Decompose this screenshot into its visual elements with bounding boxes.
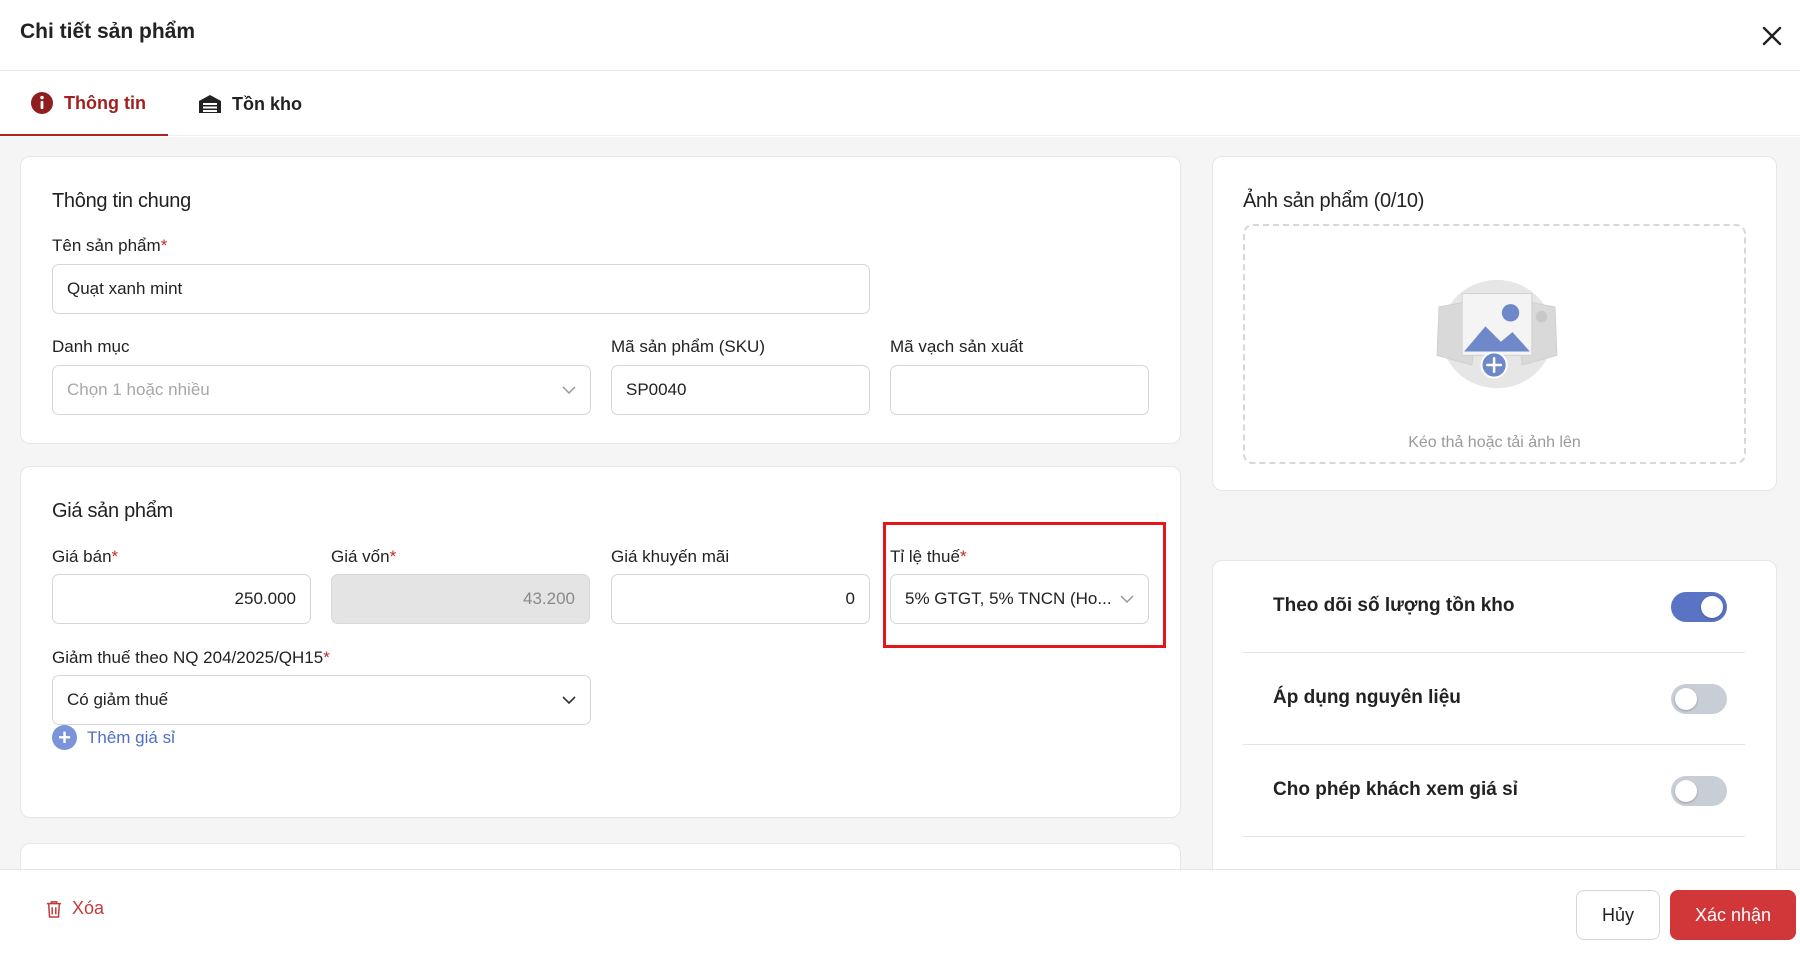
tax-reduction-select[interactable]: Có giảm thuế bbox=[52, 675, 591, 725]
chevron-down-icon bbox=[562, 386, 576, 395]
general-info-card: Thông tin chung Tên sản phẩm* Quạt xanh … bbox=[20, 156, 1181, 444]
chevron-down-icon bbox=[562, 696, 576, 705]
cost-price-label: Giá vốn* bbox=[331, 547, 397, 566]
dropzone-hint: Kéo thả hoặc tải ảnh lên bbox=[1408, 434, 1581, 451]
product-images-title: Ảnh sản phẩm (0/10) bbox=[1243, 190, 1425, 212]
tab-info[interactable]: Thông tin bbox=[0, 72, 168, 136]
general-info-title: Thông tin chung bbox=[52, 190, 191, 212]
show-wholesale-toggle[interactable] bbox=[1671, 776, 1727, 806]
product-name-label: Tên sản phẩm* bbox=[52, 236, 168, 255]
confirm-button[interactable]: Xác nhận bbox=[1670, 890, 1796, 940]
sale-price-label: Giá bán* bbox=[52, 547, 119, 566]
toggle-row-apply-materials: Áp dụng nguyên liệu bbox=[1243, 653, 1745, 745]
next-card bbox=[20, 843, 1181, 869]
trash-icon bbox=[46, 900, 62, 918]
toggle-row-show-wholesale: Cho phép khách xem giá sỉ bbox=[1243, 745, 1745, 837]
barcode-label: Mã vạch sản xuất bbox=[890, 337, 1024, 356]
toggle-label: Áp dụng nguyên liệu bbox=[1273, 687, 1461, 708]
tab-inventory[interactable]: Tồn kho bbox=[198, 72, 302, 136]
toggle-label: Cho phép khách xem giá sỉ bbox=[1273, 779, 1518, 800]
dialog-footer: Xóa Hủy Xác nhận bbox=[0, 869, 1800, 953]
product-images-card: Ảnh sản phẩm (0/10) Kéo thả hoặc tải ảnh… bbox=[1212, 156, 1777, 491]
tax-rate-highlight-box bbox=[883, 522, 1166, 648]
add-wholesale-price-button[interactable]: + Thêm giá sỉ bbox=[52, 725, 175, 750]
category-label: Danh mục bbox=[52, 337, 130, 356]
warehouse-icon bbox=[199, 95, 221, 113]
dialog-header: Chi tiết sản phẩm bbox=[0, 0, 1800, 71]
tab-inventory-label: Tồn kho bbox=[232, 93, 302, 114]
info-icon bbox=[31, 92, 53, 114]
sku-label: Mã sản phẩm (SKU) bbox=[611, 337, 765, 356]
cost-price-input: 43.200 bbox=[331, 574, 590, 624]
tab-info-label: Thông tin bbox=[64, 92, 146, 113]
cancel-button[interactable]: Hủy bbox=[1576, 890, 1660, 940]
promo-price-input[interactable]: 0 bbox=[611, 574, 870, 624]
close-icon[interactable] bbox=[1758, 22, 1786, 50]
tab-bar: Thông tin Tồn kho bbox=[0, 72, 1800, 136]
delete-button[interactable]: Xóa bbox=[46, 898, 104, 919]
tax-reduction-label: Giảm thuế theo NQ 204/2025/QH15* bbox=[52, 648, 330, 667]
sale-price-input[interactable]: 250.000 bbox=[52, 574, 311, 624]
promo-price-label: Giá khuyến mãi bbox=[611, 547, 730, 566]
apply-materials-toggle[interactable] bbox=[1671, 684, 1727, 714]
image-dropzone[interactable]: Kéo thả hoặc tải ảnh lên bbox=[1243, 224, 1746, 464]
content-area: Thông tin chung Tên sản phẩm* Quạt xanh … bbox=[0, 137, 1800, 869]
pricing-card: Giá sản phẩm Giá bán* 250.000 Giá vốn* 4… bbox=[20, 466, 1181, 818]
dialog-title: Chi tiết sản phẩm bbox=[20, 20, 196, 43]
category-select[interactable]: Chọn 1 hoặc nhiều bbox=[52, 365, 591, 415]
settings-toggles-card: Theo dõi số lượng tồn kho Áp dụng nguyên… bbox=[1212, 560, 1777, 869]
pricing-title: Giá sản phẩm bbox=[52, 500, 173, 522]
track-stock-toggle[interactable] bbox=[1671, 592, 1727, 622]
plus-circle-icon: + bbox=[52, 725, 77, 750]
toggle-row-track-stock: Theo dõi số lượng tồn kho bbox=[1243, 561, 1745, 653]
image-upload-icon bbox=[1436, 279, 1558, 389]
product-name-input[interactable]: Quạt xanh mint bbox=[52, 264, 870, 314]
toggle-label: Theo dõi số lượng tồn kho bbox=[1273, 595, 1515, 616]
sku-input[interactable]: SP0040 bbox=[611, 365, 870, 415]
barcode-input[interactable] bbox=[890, 365, 1149, 415]
